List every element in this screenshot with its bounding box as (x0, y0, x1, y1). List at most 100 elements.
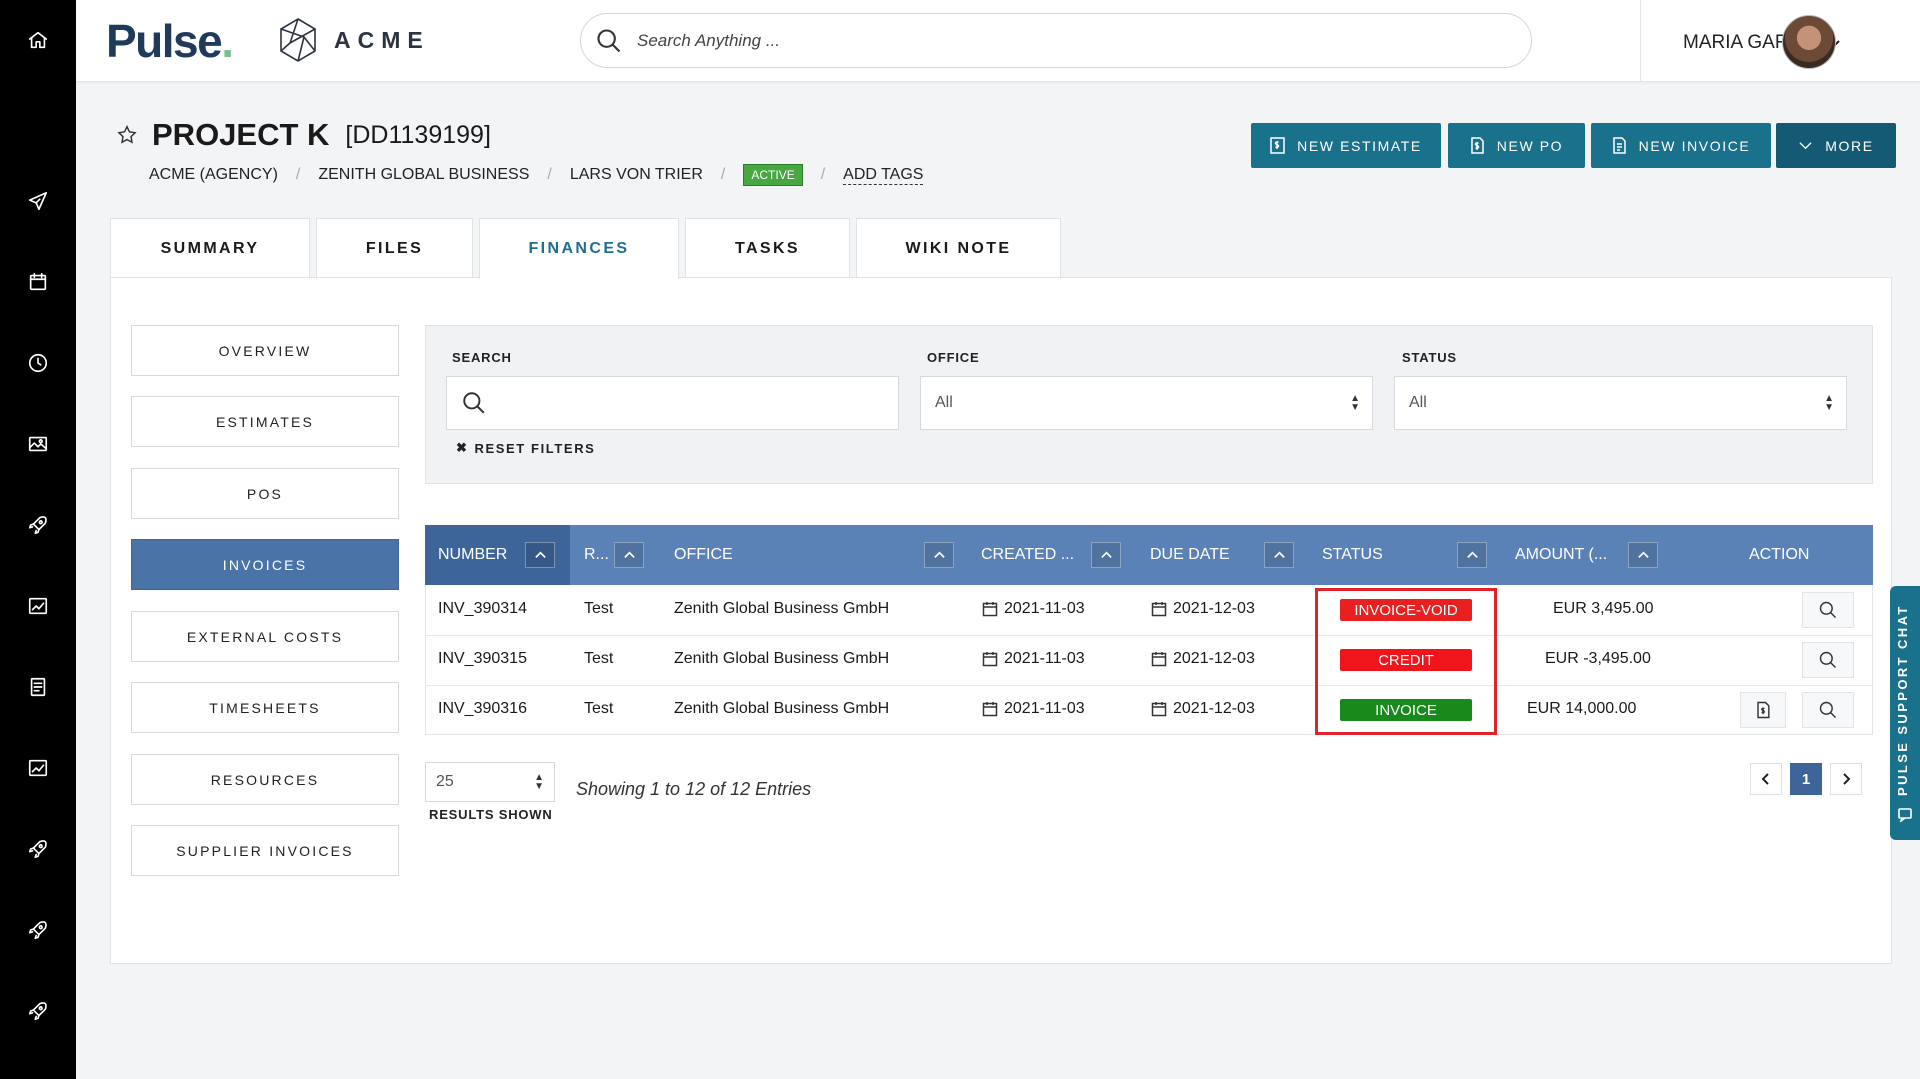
created-date: 2021-11-03 (1004, 650, 1085, 667)
breadcrumb-separator: / (547, 166, 552, 183)
view-button[interactable] (1802, 592, 1854, 628)
page-1-button[interactable]: 1 (1790, 763, 1822, 795)
star-icon[interactable] (116, 124, 138, 146)
rocket-icon[interactable] (0, 829, 76, 869)
column-created[interactable]: CREATED ... (981, 525, 1074, 585)
column-office[interactable]: OFFICE (674, 525, 733, 585)
tab-summary[interactable]: SUMMARY (110, 218, 310, 278)
search-filter-label: SEARCH (452, 350, 512, 365)
search-icon (597, 29, 621, 53)
menu-estimates[interactable]: ESTIMATES (131, 396, 399, 447)
rocket-icon[interactable] (0, 991, 76, 1031)
clock-icon[interactable] (0, 343, 76, 383)
po-doc-icon (1471, 137, 1484, 154)
breadcrumb-client[interactable]: ZENITH GLOBAL BUSINESS (318, 166, 529, 184)
prev-page-button[interactable] (1750, 763, 1782, 795)
sort-due-date-button[interactable] (1264, 542, 1294, 568)
sort-reference-button[interactable] (614, 542, 644, 568)
search-icon (1819, 701, 1837, 719)
global-search-input[interactable] (637, 30, 1497, 51)
breadcrumb-separator: / (720, 166, 726, 183)
breadcrumb-agency[interactable]: ACME (AGENCY) (149, 166, 278, 184)
office-filter-value: All (935, 394, 953, 411)
office-filter-select[interactable]: All ▲ ▼ (920, 376, 1373, 430)
due-date: 2021-12-03 (1173, 600, 1255, 617)
cell-number[interactable]: INV_390315 (438, 650, 527, 668)
pulse-logo[interactable]: Pulse. (106, 14, 234, 68)
sort-office-button[interactable] (924, 542, 954, 568)
created-date: 2021-11-03 (1004, 600, 1085, 617)
cell-office: Zenith Global Business GmbH (674, 600, 890, 617)
cell-due-date: 2021-12-03 (1151, 650, 1255, 668)
menu-resources[interactable]: RESOURCES (131, 754, 399, 805)
menu-pos[interactable]: POS (131, 468, 399, 519)
menu-external-costs[interactable]: EXTERNAL COSTS (131, 611, 399, 662)
next-page-button[interactable] (1830, 763, 1862, 795)
invoice-pdf-button[interactable] (1740, 692, 1786, 728)
rocket-icon[interactable] (0, 505, 76, 545)
select-arrows-icon: ▲ ▼ (1350, 393, 1360, 413)
column-due-date[interactable]: DUE DATE (1150, 525, 1230, 585)
sort-amount-button[interactable] (1628, 542, 1658, 568)
sort-status-button[interactable] (1457, 542, 1487, 568)
rocket-icon[interactable] (0, 910, 76, 950)
breadcrumb-separator: / (820, 166, 826, 183)
more-button[interactable]: MORE (1776, 123, 1896, 168)
chart-icon[interactable] (0, 586, 76, 626)
menu-overview[interactable]: OVERVIEW (131, 325, 399, 376)
menu-invoices[interactable]: INVOICES (131, 539, 399, 590)
search-filter-input[interactable] (446, 376, 899, 430)
column-amount[interactable]: AMOUNT (... (1515, 525, 1607, 585)
tab-files[interactable]: FILES (316, 218, 473, 278)
image-icon[interactable] (0, 424, 76, 464)
status-badge: INVOICE-VOID (1340, 599, 1472, 621)
breadcrumb-separator: / (295, 166, 301, 183)
search-icon (463, 392, 485, 414)
cell-reference: Test (584, 700, 614, 717)
new-po-button[interactable]: NEW PO (1448, 123, 1585, 168)
estimate-doc-icon (1270, 137, 1285, 154)
entries-summary: Showing 1 to 12 of 12 Entries (576, 779, 812, 799)
reset-filters-button[interactable]: ✖ RESET FILTERS (456, 440, 595, 456)
chart-icon[interactable] (0, 748, 76, 788)
new-invoice-button[interactable]: NEW INVOICE (1591, 123, 1771, 168)
sort-created-button[interactable] (1091, 542, 1121, 568)
column-number[interactable]: NUMBER (438, 525, 507, 585)
row-divider (425, 635, 1873, 636)
status-badge: INVOICE (1340, 699, 1472, 721)
chevron-up-icon (1100, 551, 1112, 558)
view-button[interactable] (1802, 692, 1854, 728)
global-search (580, 13, 1532, 68)
chevron-left-icon (1761, 773, 1769, 785)
avatar[interactable] (1782, 15, 1836, 69)
calendar-icon (982, 652, 998, 667)
new-estimate-button[interactable]: NEW ESTIMATE (1251, 123, 1441, 168)
column-status[interactable]: STATUS (1322, 525, 1383, 585)
sort-number-button[interactable] (525, 542, 555, 568)
tab-tasks[interactable]: TASKS (685, 218, 850, 278)
select-arrows-icon: ▲ ▼ (534, 772, 544, 792)
calendar-icon[interactable] (0, 262, 76, 302)
cell-created: 2021-11-03 (982, 600, 1085, 618)
document-icon[interactable] (0, 667, 76, 707)
new-invoice-label: NEW INVOICE (1638, 137, 1751, 154)
cell-number[interactable]: INV_390316 (438, 700, 527, 718)
cell-number[interactable]: INV_390314 (438, 600, 527, 618)
column-reference[interactable]: R... (584, 525, 609, 585)
home-icon[interactable] (0, 20, 76, 60)
support-chat-tab[interactable]: PULSE SUPPORT CHAT (1890, 586, 1920, 840)
calendar-icon (982, 602, 998, 617)
pulse-logo-text: Pulse (106, 15, 223, 67)
menu-timesheets[interactable]: TIMESHEETS (131, 682, 399, 733)
status-filter-select[interactable]: All ▲ ▼ (1394, 376, 1847, 430)
tab-finances[interactable]: FINANCES (479, 218, 679, 279)
paper-plane-icon[interactable] (0, 181, 76, 221)
menu-supplier-invoices[interactable]: SUPPLIER INVOICES (131, 825, 399, 876)
breadcrumb-person[interactable]: LARS VON TRIER (570, 166, 703, 184)
view-button[interactable] (1802, 642, 1854, 678)
page-size-select[interactable]: 25 ▲ ▼ (425, 762, 555, 802)
pulse-logo-dot: . (221, 15, 234, 67)
tab-wiki-note[interactable]: WIKI NOTE (856, 218, 1061, 278)
chevron-down-icon (1799, 142, 1812, 150)
add-tags-link[interactable]: ADD TAGS (843, 166, 924, 185)
